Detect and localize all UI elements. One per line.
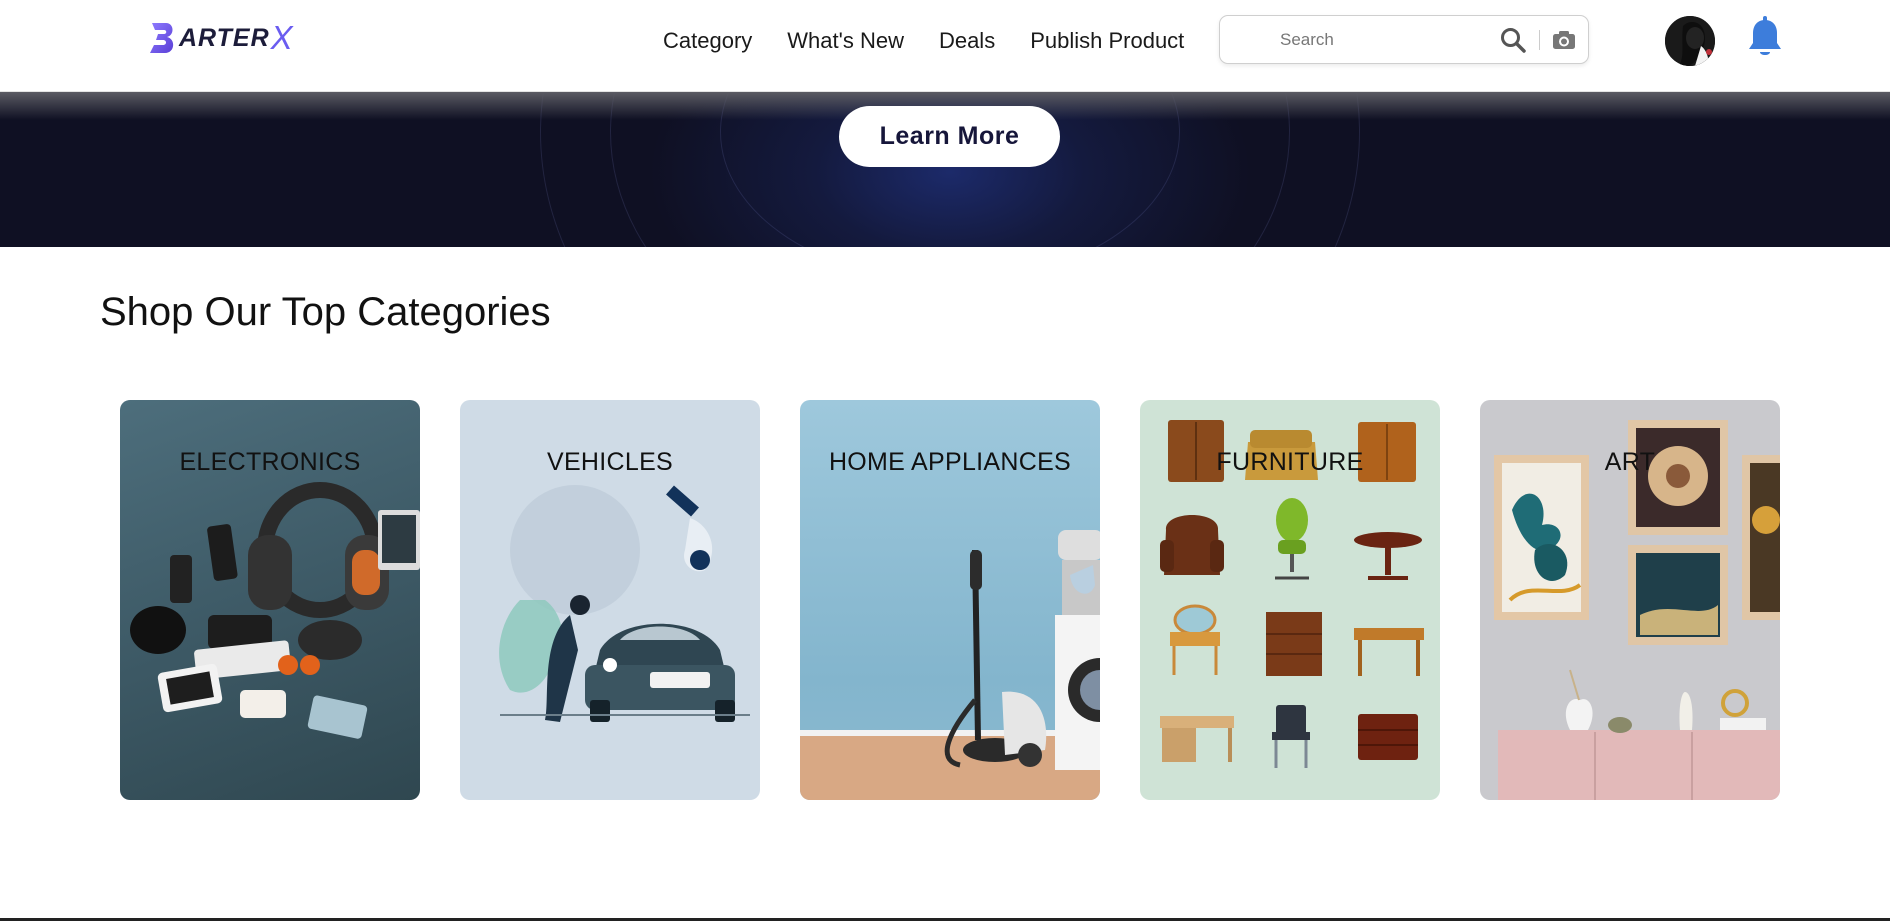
category-label-vehicles: VEHICLES [546, 448, 674, 476]
category-label-home-appliances: HOME APPLIANCES [828, 448, 1072, 476]
category-card-home-appliances[interactable]: HOME APPLIANCES [800, 400, 1100, 800]
brand-logo[interactable]: ARTER X [148, 18, 293, 58]
category-label-furniture: FURNITURE [1216, 448, 1364, 476]
nav-whats-new[interactable]: What's New [787, 28, 904, 54]
nav-category[interactable]: Category [663, 28, 752, 54]
search-input[interactable] [1280, 28, 1480, 52]
bell-icon[interactable] [1746, 16, 1784, 60]
category-card-art[interactable]: ART [1480, 400, 1780, 800]
search-bar [1219, 15, 1589, 64]
category-card-electronics[interactable]: ELECTRONICS [120, 400, 420, 800]
categories-title: Shop Our Top Categories [100, 290, 551, 334]
category-label-electronics: ELECTRONICS [179, 448, 361, 476]
category-label-art: ART [1604, 448, 1656, 476]
search-divider [1539, 30, 1540, 50]
category-card-furniture[interactable]: FURNITURE [1140, 400, 1440, 800]
search-icon[interactable] [1499, 26, 1527, 54]
main-nav: Category What's New Deals Publish Produc… [663, 28, 1184, 54]
logo-x: X [270, 19, 293, 56]
user-avatar[interactable] [1665, 16, 1715, 66]
top-header: ARTER X Category What's New Deals Publis… [0, 0, 1890, 92]
logo-b-icon [150, 23, 174, 53]
nav-publish-product[interactable]: Publish Product [1030, 28, 1184, 54]
learn-more-button[interactable]: Learn More [839, 106, 1060, 167]
camera-icon[interactable] [1552, 29, 1576, 51]
nav-deals[interactable]: Deals [939, 28, 995, 54]
hero-banner: Learn More [0, 92, 1890, 247]
avatar-image [1665, 16, 1715, 66]
category-card-vehicles[interactable]: VEHICLES [460, 400, 760, 800]
logo-text: ARTER [179, 23, 270, 52]
